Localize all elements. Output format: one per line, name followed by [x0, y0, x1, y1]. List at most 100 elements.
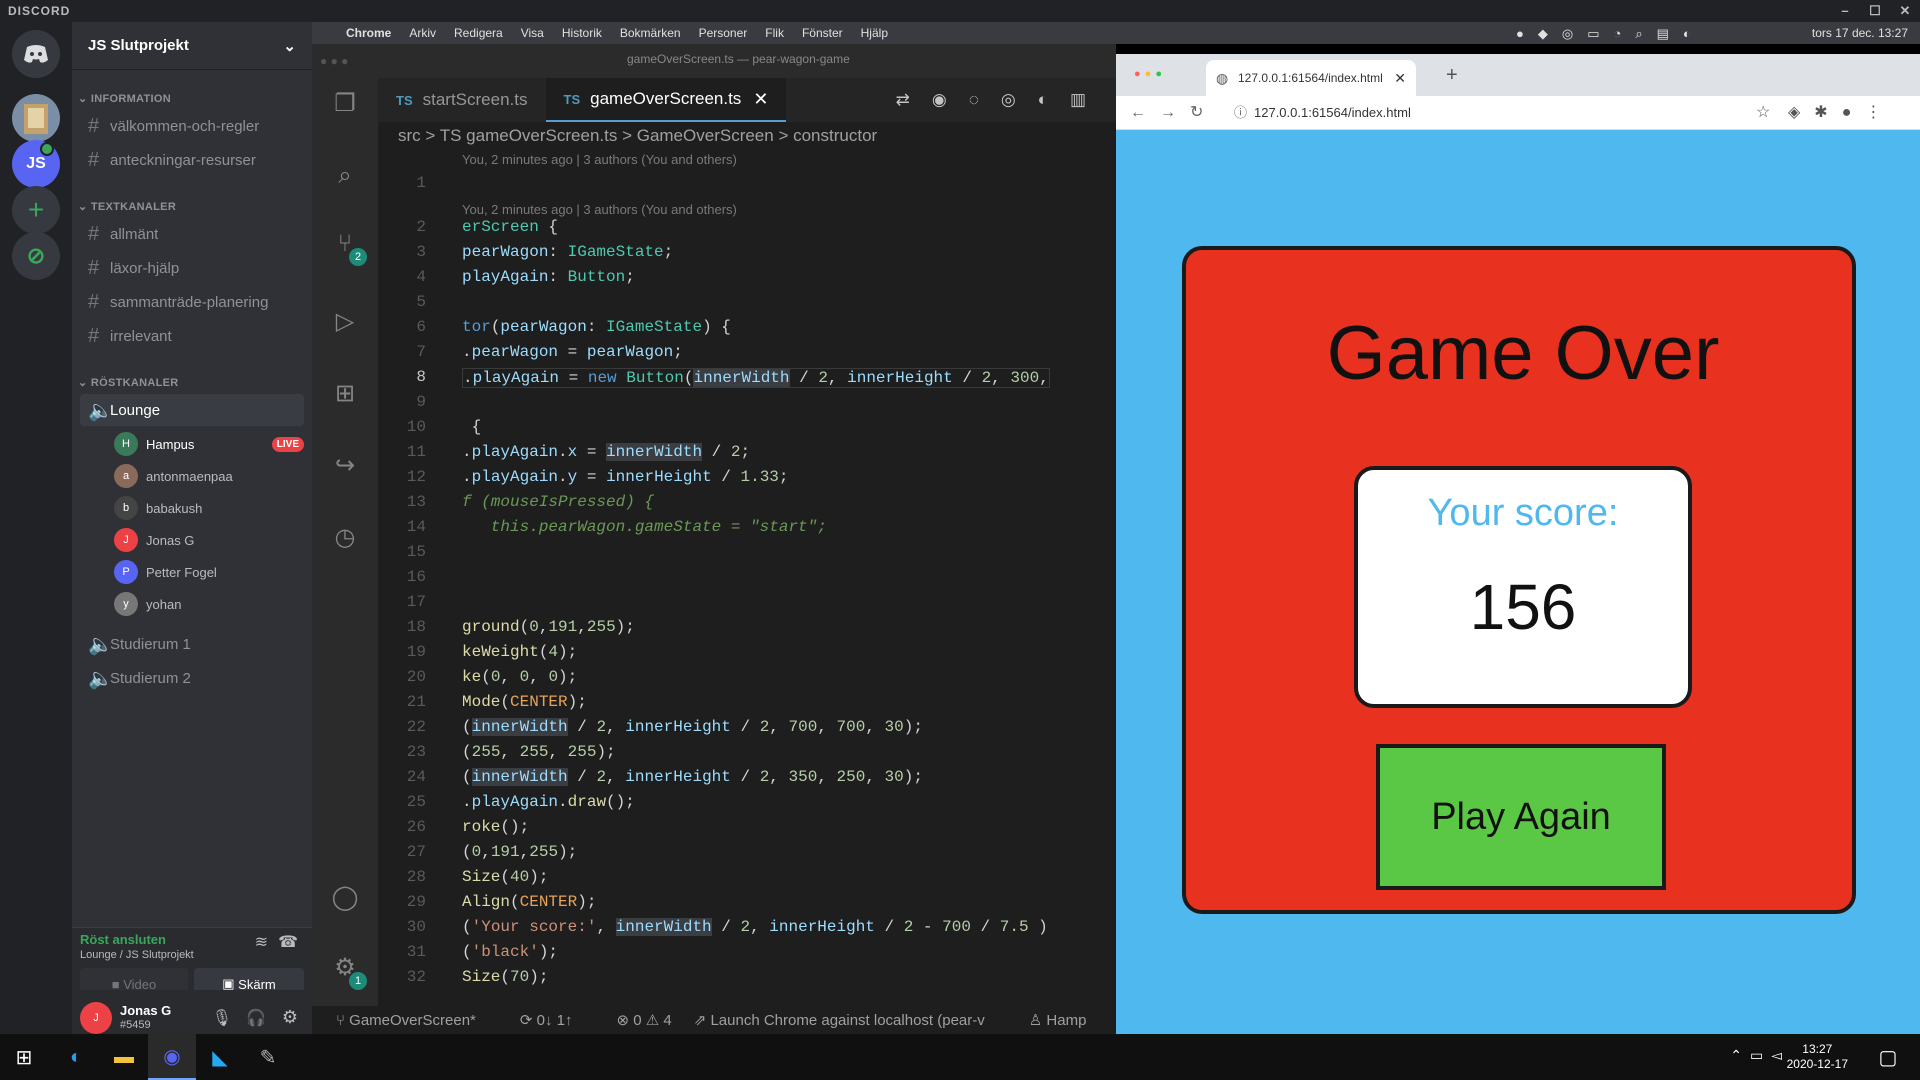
live-share-icon[interactable]: ↪ — [329, 450, 361, 482]
disconnect-icon[interactable]: ☎ — [278, 932, 298, 952]
menu-arkiv[interactable]: Arkiv — [409, 26, 436, 40]
add-server-icon[interactable]: + — [12, 186, 60, 234]
avatar[interactable]: J — [80, 1001, 112, 1034]
avatar: b — [114, 496, 138, 520]
timeline-icon[interactable]: ◷ — [329, 522, 361, 554]
category-information[interactable]: ⌄ INFORMATION — [78, 92, 171, 105]
menubar-status-icons[interactable]: ●◆◎▭◔⌕▤◐ — [1516, 26, 1705, 42]
paint-taskbar-icon[interactable]: ✎ — [244, 1034, 292, 1080]
menu-bokmarken[interactable]: Bokmärken — [620, 26, 681, 40]
menu-redigera[interactable]: Redigera — [454, 26, 503, 40]
editor-actions-icon[interactable]: ⇄◉◌◎◐▥ — [896, 90, 1108, 110]
discord-taskbar-icon[interactable]: ◉ — [148, 1034, 196, 1080]
explorer-icon[interactable]: ❐ — [329, 88, 361, 120]
microphone-icon[interactable]: 🎙 — [212, 1008, 232, 1028]
explore-compass-icon[interactable]: ⊘ — [12, 232, 60, 280]
system-tray-icons[interactable]: ⌃▭◅ — [1730, 1047, 1790, 1064]
account-icon[interactable]: ◯ — [329, 882, 361, 914]
vscode-titlebar: ● ● ● gameOverScreen.ts — pear-wagon-gam… — [312, 44, 1116, 78]
channel-sammantrade[interactable]: # sammanträde-planering — [80, 286, 304, 318]
menu-hjalp[interactable]: Hjälp — [861, 26, 888, 40]
nav-buttons-icon[interactable]: ←→↻ — [1130, 102, 1217, 122]
taskbar-clock[interactable]: 13:27 2020-12-17 — [1787, 1042, 1848, 1072]
voice-channel-studierum-2[interactable]: 🔈 Studierum 2 — [80, 662, 304, 694]
category-textkanaler[interactable]: ⌄ TEXTKANALER — [78, 200, 176, 213]
run-debug-icon[interactable]: ▷ — [329, 306, 361, 338]
voice-user[interactable]: b babakush — [114, 494, 304, 522]
voice-channel-studierum-1[interactable]: 🔈 Studierum 1 — [80, 628, 304, 660]
file-explorer-icon[interactable]: ▬ — [100, 1034, 148, 1080]
bookmark-star-icon[interactable]: ☆ — [1756, 102, 1770, 122]
score-box: Your score: 156 — [1354, 466, 1692, 708]
extensions-icon[interactable]: ⊞ — [329, 378, 361, 410]
windows-start-icon[interactable]: ⊞ — [0, 1034, 48, 1080]
menu-visa[interactable]: Visa — [521, 26, 544, 40]
menu-flik[interactable]: Flik — [765, 26, 784, 40]
server-list: JS + ⊘ — [0, 22, 72, 1045]
chrome-window: ●●● ◍ 127.0.0.1:61564/index.html ✕ + ←→↻… — [1116, 54, 1920, 1034]
voice-user[interactable]: P Petter Fogel — [114, 558, 304, 586]
branch-status[interactable]: ⑂ GameOverScreen* — [336, 1012, 498, 1029]
score-label: Your score: — [1427, 492, 1619, 534]
sync-status[interactable]: ⟳ 0↓ 1↑ — [520, 1011, 595, 1029]
liveshare-status[interactable]: ♙ Hamp — [1029, 1011, 1109, 1029]
source-control-badge: 2 — [349, 248, 367, 266]
voice-location[interactable]: Lounge / JS Slutprojekt — [80, 949, 194, 961]
new-tab-icon[interactable]: + — [1446, 64, 1458, 87]
voice-channel-lounge[interactable]: 🔈 Lounge — [80, 394, 304, 426]
tab-gameoverscreen[interactable]: TS gameOverScreen.ts ✕ — [545, 78, 787, 122]
close-tab-icon[interactable]: ✕ — [1394, 70, 1406, 87]
voice-user[interactable]: J Jonas G — [114, 526, 304, 554]
channel-allmant[interactable]: # allmänt — [80, 218, 304, 250]
category-rostkanaler[interactable]: ⌄ RÖSTKANALER — [78, 376, 179, 389]
voice-user[interactable]: H Hampus LIVE — [114, 430, 304, 458]
vscode-window: Chrome Arkiv Redigera Visa Historik Bokm… — [312, 22, 1116, 1034]
play-again-button[interactable]: Play Again — [1376, 744, 1666, 890]
codelens-blame[interactable]: You, 2 minutes ago | 3 authors (You and … — [462, 152, 737, 167]
hash-icon: # — [88, 324, 100, 347]
codelens-blame[interactable]: You, 2 minutes ago | 3 authors (You and … — [462, 202, 737, 217]
close-icon[interactable]: ✕ — [1890, 0, 1920, 22]
activity-bar: ❐ ⌕ ⑂ 2 ▷ ⊞ ↪ ◷ ◯ ⚙ 1 — [312, 78, 378, 1013]
settings-badge: 1 — [349, 972, 367, 990]
server-header[interactable]: JS Slutprojekt ⌄ — [72, 22, 312, 70]
gear-icon[interactable]: ⚙ — [282, 1007, 298, 1028]
code-editor[interactable]: You, 2 minutes ago | 3 authors (You and … — [378, 152, 1116, 1007]
extensions-icon[interactable]: ◈✱●⋮ — [1788, 102, 1895, 122]
headphones-icon[interactable]: 🎧 — [246, 1008, 266, 1028]
traffic-lights-icon[interactable]: ● ● ● — [320, 54, 348, 68]
menu-historik[interactable]: Historik — [562, 26, 602, 40]
menu-chrome[interactable]: Chrome — [346, 26, 391, 40]
game-over-panel: Game Over Your score: 156 Play Again — [1182, 246, 1856, 914]
channel-anteckningar[interactable]: # anteckningar-resurser — [80, 144, 304, 176]
vscode-taskbar-icon[interactable]: ◣ — [196, 1034, 244, 1080]
server-avatar-icon[interactable] — [12, 94, 60, 142]
launch-status[interactable]: ⇗ Launch Chrome against localhost (pear-… — [694, 1011, 1007, 1029]
tab-startscreen[interactable]: TS startScreen.ts — [378, 78, 546, 122]
discord-home-icon[interactable] — [12, 30, 60, 78]
notification-icon[interactable]: ▢ — [1864, 1034, 1912, 1080]
noise-suppression-icon[interactable]: ≋ — [255, 932, 268, 952]
problems-status[interactable]: ⊗ 0 ⚠ 4 — [617, 1011, 672, 1029]
edge-icon[interactable]: ◐ — [52, 1034, 100, 1080]
traffic-lights-icon[interactable]: ●●● — [1134, 68, 1166, 80]
voice-indicator-icon — [40, 142, 54, 156]
breadcrumb[interactable]: src > TS gameOverScreen.ts > GameOverScr… — [398, 126, 877, 146]
minimize-icon[interactable]: – — [1830, 0, 1860, 22]
channel-valkommen[interactable]: # välkommen-och-regler — [80, 110, 304, 142]
address-bar[interactable]: ⓘ 127.0.0.1:61564/index.html — [1234, 101, 1794, 125]
browser-tab[interactable]: ◍ 127.0.0.1:61564/index.html ✕ — [1206, 60, 1416, 96]
menu-personer[interactable]: Personer — [699, 26, 748, 40]
maximize-icon[interactable]: ☐ — [1860, 0, 1890, 22]
avatar: H — [114, 432, 138, 456]
channel-sidebar: JS Slutprojekt ⌄ ⌄ INFORMATION # välkomme… — [72, 22, 312, 1045]
channel-irrelevant[interactable]: # irrelevant — [80, 320, 304, 352]
menu-fonster[interactable]: Fönster — [802, 26, 843, 40]
channel-laxor[interactable]: # läxor-hjälp — [80, 252, 304, 284]
voice-user[interactable]: a antonmaenpaa — [114, 462, 304, 490]
close-tab-icon[interactable]: ✕ — [753, 89, 768, 110]
chrome-tabstrip: ●●● ◍ 127.0.0.1:61564/index.html ✕ + — [1116, 54, 1920, 96]
editor-tabs: TS startScreen.ts TS gameOverScreen.ts ✕ ⇄◉… — [378, 78, 1116, 122]
search-icon[interactable]: ⌕ — [329, 160, 361, 192]
voice-user[interactable]: y yohan — [114, 590, 304, 618]
